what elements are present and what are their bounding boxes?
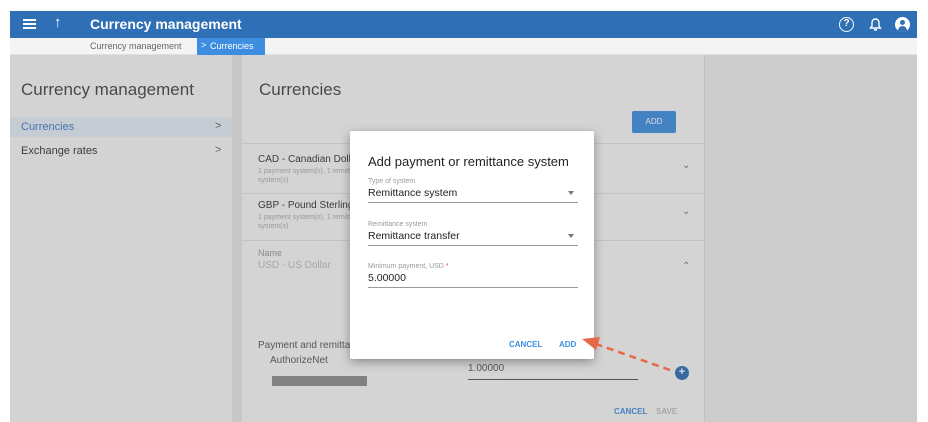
field-underline bbox=[368, 287, 578, 288]
field-label: Minimum payment, USD * bbox=[368, 263, 449, 270]
add-payment-system-dialog: Add payment or remittance system Type of… bbox=[350, 131, 594, 359]
minimum-payment-input[interactable]: Minimum payment, USD * 5.00000 bbox=[368, 263, 578, 288]
app-header: ↑ Currency management ? bbox=[10, 11, 917, 38]
field-value: Remittance system bbox=[368, 187, 458, 199]
type-of-system-select[interactable]: Type of system Remittance system bbox=[368, 178, 578, 203]
field-label: Type of system bbox=[368, 178, 416, 185]
field-label: Remittance system bbox=[368, 221, 428, 228]
app-title: Currency management bbox=[90, 16, 242, 32]
breadcrumb-currency-management[interactable]: Currency management bbox=[90, 41, 182, 51]
dialog-title: Add payment or remittance system bbox=[368, 154, 569, 169]
help-icon[interactable]: ? bbox=[839, 17, 854, 32]
breadcrumb: Currency management > Currencies bbox=[10, 38, 917, 55]
dropdown-caret-icon bbox=[568, 234, 574, 238]
breadcrumb-separator: > bbox=[201, 40, 207, 50]
bell-icon[interactable] bbox=[868, 17, 883, 32]
field-underline bbox=[368, 245, 578, 246]
breadcrumb-currencies[interactable]: Currencies bbox=[210, 41, 254, 51]
remittance-system-select[interactable]: Remittance system Remittance transfer bbox=[368, 221, 578, 246]
breadcrumb-current: > Currencies bbox=[197, 38, 265, 55]
dialog-add-button[interactable]: ADD bbox=[559, 340, 576, 349]
menu-icon[interactable] bbox=[22, 16, 38, 32]
field-underline bbox=[368, 202, 578, 203]
field-value: 5.00000 bbox=[368, 272, 406, 284]
dropdown-caret-icon bbox=[568, 191, 574, 195]
field-value: Remittance transfer bbox=[368, 230, 460, 242]
account-icon[interactable] bbox=[895, 17, 910, 32]
required-marker: * bbox=[445, 263, 449, 270]
dialog-cancel-button[interactable]: CANCEL bbox=[509, 340, 542, 349]
up-arrow-icon[interactable]: ↑ bbox=[54, 14, 62, 31]
